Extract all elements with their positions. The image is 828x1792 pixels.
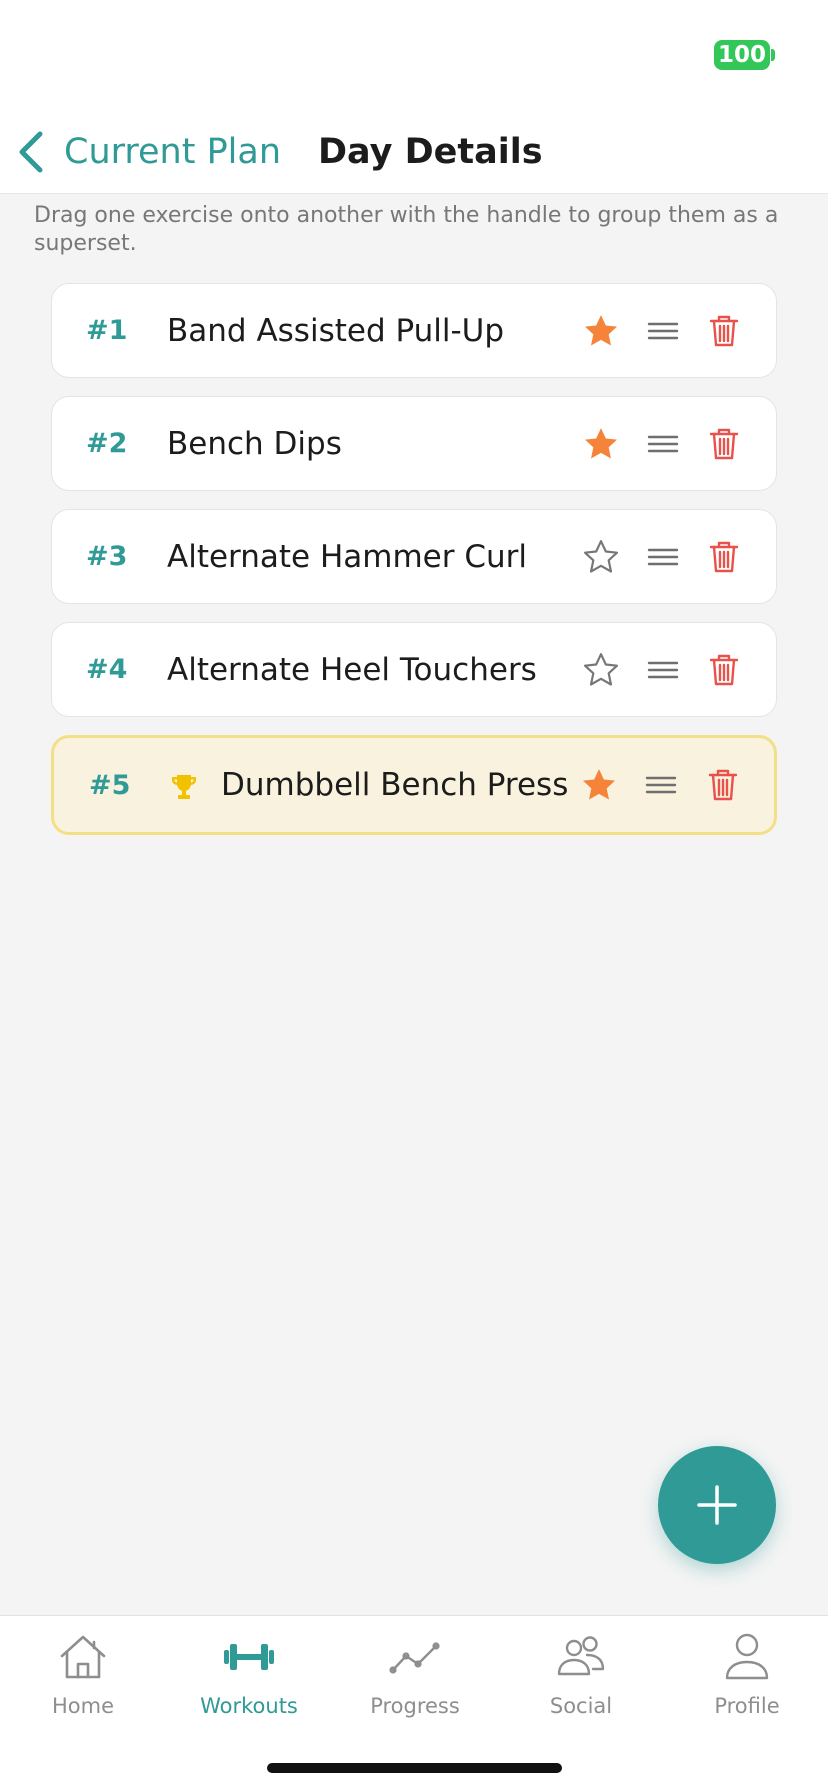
chart-line-icon: [389, 1642, 440, 1674]
back-label: Current Plan: [64, 132, 282, 172]
drag-handle-icon: [647, 548, 679, 565]
favorite-toggle[interactable]: [579, 397, 623, 490]
favorite-toggle[interactable]: [577, 738, 621, 832]
star-filled-icon: [583, 769, 615, 800]
page-title: Day Details: [318, 132, 543, 172]
plus-icon: [697, 1485, 737, 1525]
status-bar: 100: [0, 0, 828, 110]
delete-button[interactable]: [702, 284, 746, 377]
star-outline-icon: [583, 652, 619, 686]
exercise-name: Band Assisted Pull-Up: [167, 312, 505, 349]
exercise-number: #2: [86, 428, 128, 459]
drag-handle[interactable]: [641, 510, 685, 603]
exercise-row[interactable]: #3 Alternate Hammer Curl: [51, 509, 777, 604]
trash-icon: [709, 541, 739, 572]
exercise-row[interactable]: #2 Bench Dips: [51, 396, 777, 491]
delete-button[interactable]: [701, 738, 745, 832]
drag-handle-icon: [645, 776, 677, 794]
trash-icon: [709, 315, 739, 346]
drag-handle[interactable]: [641, 623, 685, 716]
star-filled-icon: [585, 314, 617, 345]
exercise-name: Alternate Heel Touchers: [167, 651, 537, 688]
trash-icon: [709, 428, 739, 459]
exercise-name: Bench Dips: [167, 425, 342, 462]
battery-level: 100: [717, 42, 766, 68]
exercise-list: #1 Band Assisted Pull-Up #2 Bench Dips #…: [51, 283, 777, 853]
delete-button[interactable]: [702, 510, 746, 603]
exercise-number: #4: [86, 654, 128, 685]
tab-social[interactable]: Social: [498, 1630, 664, 1730]
tab-label: Profile: [714, 1694, 780, 1718]
chevron-left-icon: [19, 131, 43, 173]
trash-icon: [708, 769, 738, 801]
tab-label: Workouts: [200, 1694, 298, 1718]
exercise-number: #5: [89, 769, 131, 801]
superset-hint: Drag one exercise onto another with the …: [34, 203, 779, 256]
tab-label: Progress: [370, 1694, 460, 1718]
exercise-name: Dumbbell Bench Press: [221, 767, 569, 803]
tab-label: Home: [51, 1694, 114, 1718]
person-icon: [725, 1633, 769, 1680]
star-outline-icon: [583, 539, 619, 573]
favorite-toggle[interactable]: [579, 284, 623, 377]
trophy-icon: [172, 775, 196, 799]
drag-handle[interactable]: [639, 738, 683, 832]
tab-progress[interactable]: Progress: [332, 1630, 498, 1730]
drag-handle[interactable]: [641, 397, 685, 490]
exercise-row[interactable]: #1 Band Assisted Pull-Up: [51, 283, 777, 378]
exercise-number: #1: [86, 315, 128, 346]
drag-handle-icon: [647, 322, 679, 339]
home-indicator: [267, 1763, 562, 1773]
exercise-row-highlighted[interactable]: #5 Dumbbell Bench Press: [51, 735, 777, 835]
exercise-row[interactable]: #4 Alternate Heel Touchers: [51, 622, 777, 717]
delete-button[interactable]: [702, 623, 746, 716]
delete-button[interactable]: [702, 397, 746, 490]
battery-indicator: 100: [714, 40, 770, 70]
dumbbell-icon: [224, 1644, 274, 1670]
battery-nub: [771, 49, 775, 61]
star-filled-icon: [585, 427, 617, 458]
nav-bar: Current Plan Day Details: [0, 110, 828, 194]
tab-label: Social: [549, 1694, 613, 1718]
back-button[interactable]: Current Plan: [16, 124, 281, 180]
favorite-toggle[interactable]: [579, 623, 623, 716]
home-icon: [60, 1635, 106, 1679]
exercise-name: Alternate Hammer Curl: [167, 538, 527, 575]
tab-profile[interactable]: Profile: [664, 1630, 828, 1730]
drag-handle-icon: [647, 435, 679, 452]
drag-handle-icon: [647, 661, 679, 678]
favorite-toggle[interactable]: [579, 510, 623, 603]
exercise-number: #3: [86, 541, 128, 572]
drag-handle[interactable]: [641, 284, 685, 377]
trash-icon: [709, 654, 739, 685]
add-exercise-button[interactable]: [658, 1446, 776, 1564]
tab-workouts[interactable]: Workouts: [166, 1630, 332, 1730]
people-icon: [557, 1636, 605, 1676]
tab-home[interactable]: Home: [0, 1630, 166, 1730]
